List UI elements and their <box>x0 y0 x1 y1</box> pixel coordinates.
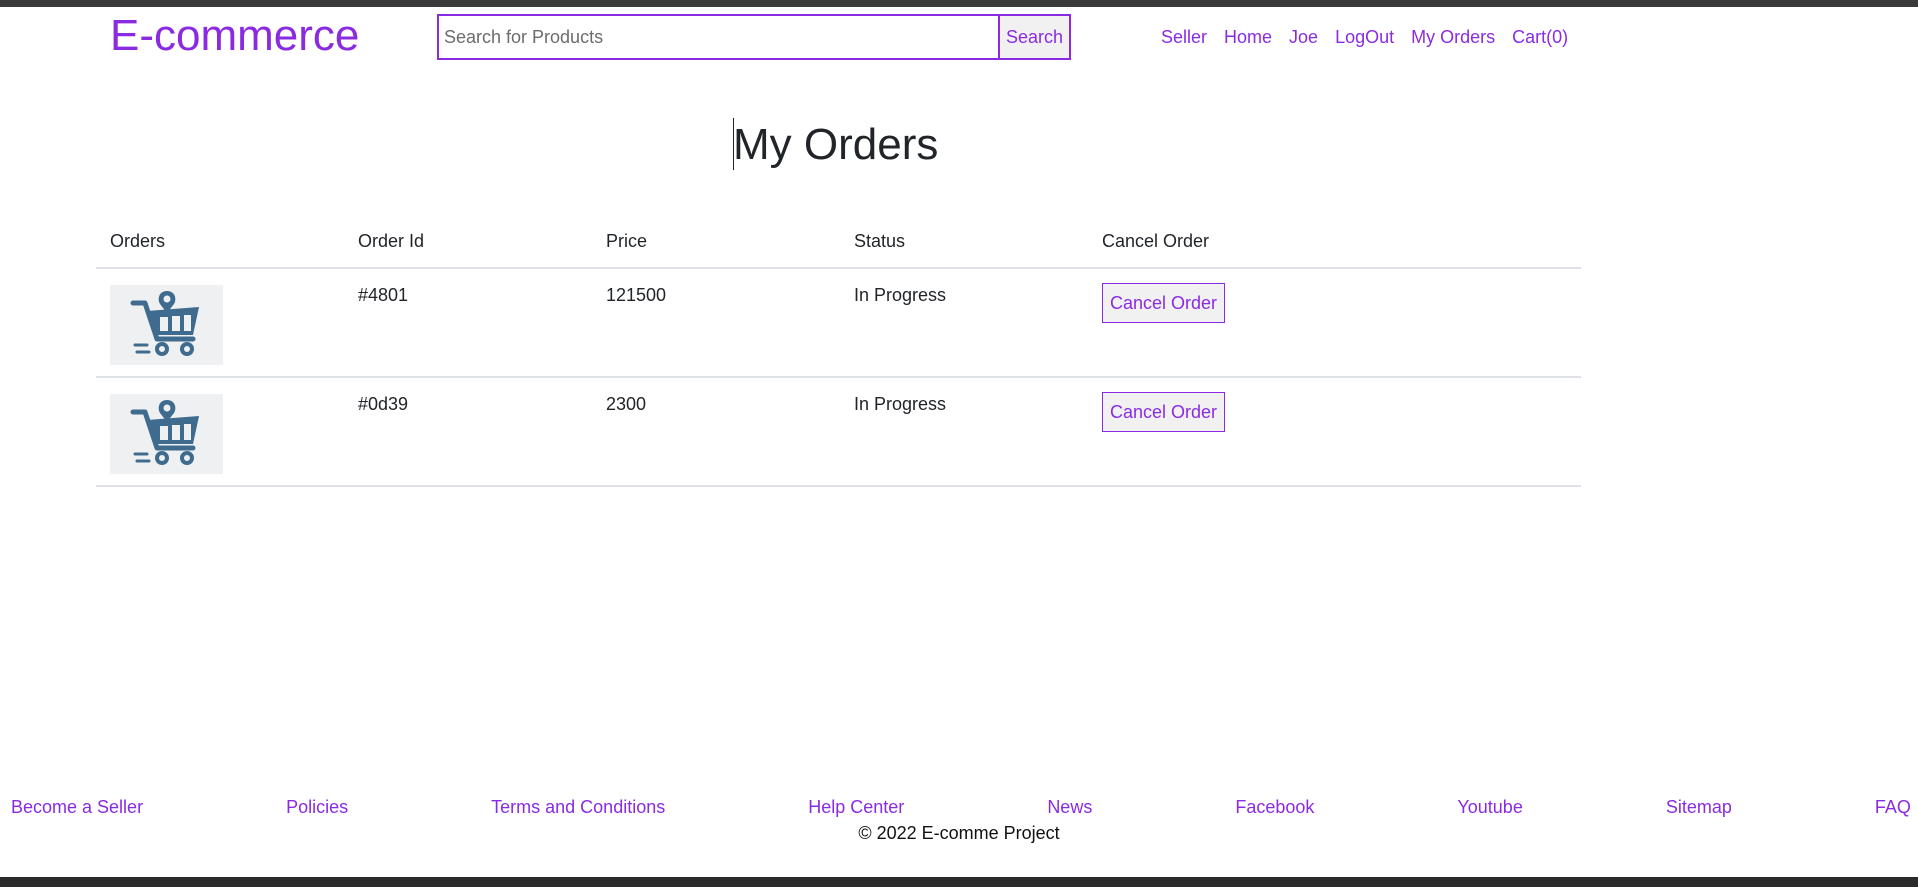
footer-link-help-center[interactable]: Help Center <box>808 796 904 818</box>
nav-cart-link[interactable]: Cart(0) <box>1512 26 1568 48</box>
table-row: #0d39 2300 In Progress Cancel Order <box>96 377 1581 487</box>
nav-logout-link[interactable]: LogOut <box>1335 26 1394 48</box>
nav-home-link[interactable]: Home <box>1224 26 1272 48</box>
window-top-bar <box>0 0 1918 7</box>
footer-link-terms[interactable]: Terms and Conditions <box>491 796 665 818</box>
order-image-cell <box>96 268 344 378</box>
brand-logo-link[interactable]: E-commerce <box>110 10 359 62</box>
column-header-cancel-order: Cancel Order <box>1088 223 1581 269</box>
cancel-order-cell: Cancel Order <box>1088 377 1581 487</box>
footer-link-become-seller[interactable]: Become a Seller <box>11 796 143 818</box>
table-row: #4801 121500 In Progress Cancel Order <box>96 268 1581 378</box>
table-header-row: Orders Order Id Price Status Cancel Orde… <box>96 223 1581 269</box>
page-title: My Orders <box>733 120 939 169</box>
footer-link-facebook[interactable]: Facebook <box>1235 796 1314 818</box>
price-cell: 2300 <box>592 377 840 487</box>
price-cell: 121500 <box>592 268 840 378</box>
window-bottom-bar <box>0 877 1918 887</box>
cart-icon <box>110 285 223 365</box>
status-cell: In Progress <box>840 377 1088 487</box>
status-cell: In Progress <box>840 268 1088 378</box>
top-nav: Seller Home Joe LogOut My Orders Cart(0) <box>1161 26 1585 48</box>
copyright-text: © 2022 E-comme Project <box>858 823 1060 843</box>
nav-user-link[interactable]: Joe <box>1289 26 1318 48</box>
column-header-price: Price <box>592 223 840 269</box>
search-input[interactable] <box>439 16 998 58</box>
order-image-cell <box>96 377 344 487</box>
nav-seller-link[interactable]: Seller <box>1161 26 1207 48</box>
footer-link-news[interactable]: News <box>1047 796 1092 818</box>
cancel-order-button[interactable]: Cancel Order <box>1102 283 1226 323</box>
footer-links: Become a Seller Policies Terms and Condi… <box>11 796 1911 818</box>
footer-link-policies[interactable]: Policies <box>286 796 348 818</box>
column-header-status: Status <box>840 223 1088 269</box>
cancel-order-cell: Cancel Order <box>1088 268 1581 378</box>
column-header-orders: Orders <box>96 223 344 269</box>
nav-my-orders-link[interactable]: My Orders <box>1411 26 1495 48</box>
search-button[interactable]: Search <box>998 16 1069 58</box>
cart-icon <box>110 394 223 474</box>
orders-table: Orders Order Id Price Status Cancel Orde… <box>96 223 1581 487</box>
search-form: Search <box>437 14 1071 60</box>
order-id-cell: #4801 <box>344 268 592 378</box>
footer-link-youtube[interactable]: Youtube <box>1457 796 1522 818</box>
footer-link-sitemap[interactable]: Sitemap <box>1666 796 1732 818</box>
column-header-order-id: Order Id <box>344 223 592 269</box>
cancel-order-button[interactable]: Cancel Order <box>1102 392 1226 432</box>
order-id-cell: #0d39 <box>344 377 592 487</box>
footer-link-faq[interactable]: FAQ <box>1875 796 1911 818</box>
